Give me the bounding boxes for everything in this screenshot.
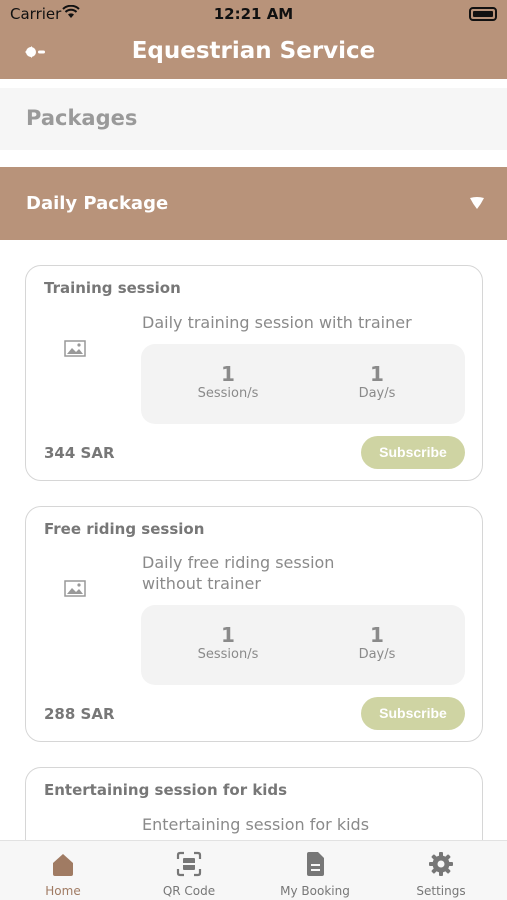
status-bar: Carrier 12:21 AM [0,0,507,27]
sessions-count: 1 [221,623,235,647]
tab-home[interactable]: Home [0,841,126,900]
sessions-unit: Session/s [197,386,259,401]
days-stat: 1 Day/s [312,623,442,662]
days-unit: Day/s [358,386,396,401]
package-stats: 1 Session/s 1 Day/s [141,344,465,424]
tab-settings[interactable]: Settings [378,841,504,900]
image-placeholder-icon [64,580,86,597]
navigation-bar: Equestrian Service [0,27,507,79]
package-stats: 1 Session/s 1 Day/s [141,605,465,685]
package-name: Entertaining session for kids [44,781,288,799]
tab-my-booking[interactable]: My Booking [252,841,378,900]
packages-section-header: Packages [0,88,507,150]
tab-label: My Booking [280,884,350,898]
package-name: Training session [44,279,181,297]
days-stat: 1 Day/s [312,362,442,401]
qr-code-icon [176,851,202,877]
tab-label: Settings [416,884,466,898]
gear-icon [429,852,453,876]
package-description: Daily training session with trainer [142,313,412,332]
days-count: 1 [370,362,384,386]
image-placeholder-icon [64,340,86,357]
tab-label: QR Code [162,884,216,898]
sessions-stat: 1 Session/s [163,623,293,662]
days-count: 1 [370,623,384,647]
package-name: Free riding session [44,520,205,538]
package-price: 344 SAR [44,444,115,462]
chevron-down-icon [470,197,484,209]
accordion-title: Daily Package [26,193,169,214]
tab-label: Home [45,884,81,898]
subscribe-button[interactable]: Subscribe [361,697,465,730]
home-icon [53,854,73,876]
package-description: Daily free riding session without traine… [142,553,335,593]
battery-icon [469,7,497,21]
days-unit: Day/s [358,647,396,662]
booking-document-icon [307,852,324,876]
sessions-count: 1 [221,362,235,386]
tab-qr-code[interactable]: QR Code [126,841,252,900]
section-title: Packages [26,106,138,130]
sessions-stat: 1 Session/s [163,362,293,401]
sessions-unit: Session/s [197,647,259,662]
package-price: 288 SAR [44,705,115,723]
bottom-tab-bar: Home QR Code My Booking Settings [0,840,507,900]
package-card: Free riding session Daily free riding se… [25,506,483,742]
page-title: Equestrian Service [131,38,376,64]
clock: 12:21 AM [213,5,294,23]
package-card: Training session Daily training session … [25,265,483,481]
subscribe-button[interactable]: Subscribe [361,436,465,469]
package-description: Entertaining session for kids [142,815,370,834]
daily-package-accordion[interactable]: Daily Package [0,167,507,240]
